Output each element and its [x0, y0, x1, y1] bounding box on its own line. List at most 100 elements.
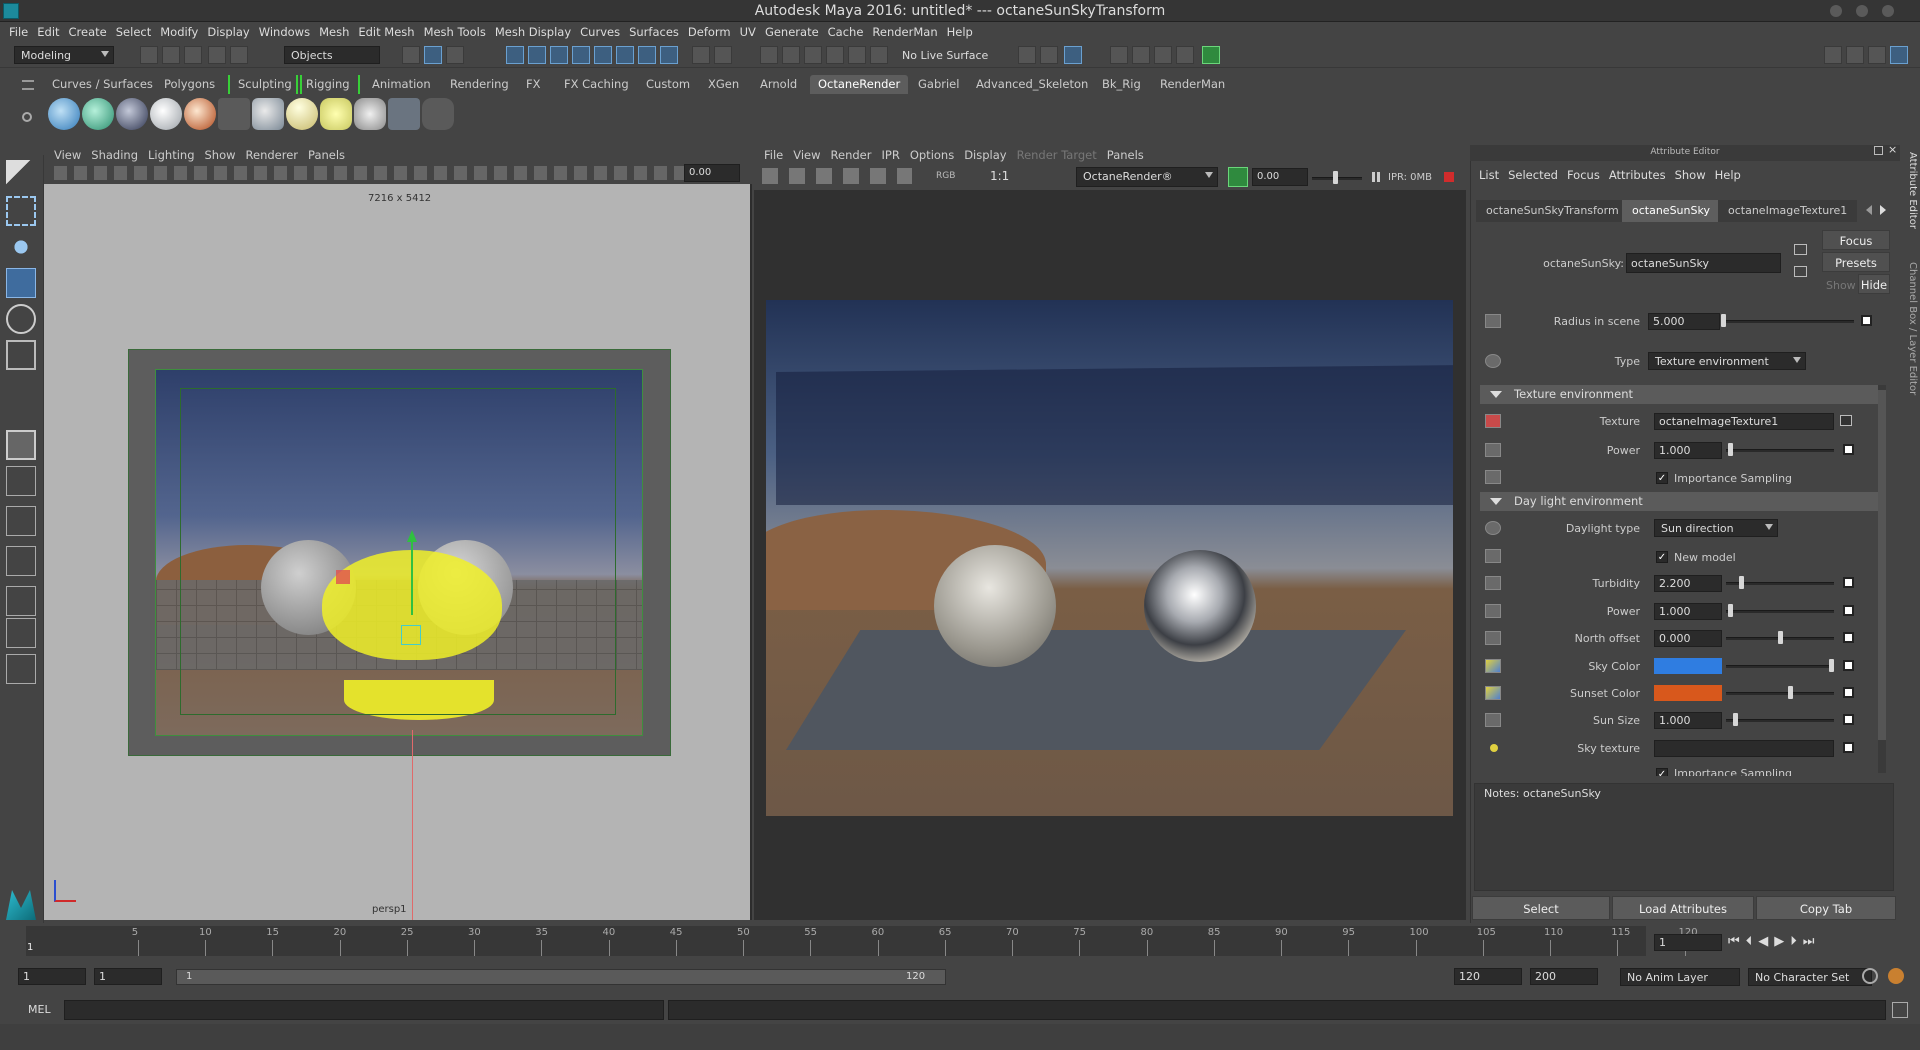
tab-octanesunsky[interactable]: octaneSunSky	[1622, 200, 1720, 222]
save-scene-icon[interactable]	[184, 46, 202, 64]
octane-layer-icon[interactable]	[252, 98, 284, 130]
octane-ipr-icon[interactable]	[1228, 167, 1248, 187]
shelf-options-icon[interactable]	[22, 112, 32, 122]
rv-menu-view[interactable]: View	[793, 148, 820, 162]
snap-point-icon[interactable]	[550, 46, 568, 64]
menu-file[interactable]: File	[9, 25, 28, 39]
collapse-triangle-icon[interactable]	[1490, 498, 1502, 505]
north-offset-slider-knob[interactable]	[1778, 631, 1783, 644]
renderer-dropdown[interactable]: OctaneRender®	[1076, 167, 1218, 187]
north-offset-map-button[interactable]	[1843, 632, 1854, 643]
menu-surfaces[interactable]: Surfaces	[629, 25, 679, 39]
menu-edit[interactable]: Edit	[37, 25, 59, 39]
side-tab-channel-box[interactable]: Channel Box / Layer Editor	[1902, 262, 1918, 395]
octane-render-icon[interactable]	[388, 98, 420, 130]
real-size-button[interactable]: 1:1	[990, 169, 1009, 183]
anim-layer-dropdown[interactable]: No Anim Layer	[1620, 968, 1740, 986]
input-connection-icon[interactable]	[1794, 244, 1807, 255]
snap-view-icon[interactable]	[616, 46, 634, 64]
shelf-tab-renderman[interactable]: RenderMan	[1152, 75, 1233, 94]
playback-end-field[interactable]: 120	[1454, 968, 1522, 985]
sky-color-slider-knob[interactable]	[1829, 659, 1834, 672]
turbidity-slider-knob[interactable]	[1739, 576, 1744, 589]
show-button[interactable]: Show	[1826, 279, 1856, 292]
rv-menu-file[interactable]: File	[764, 148, 783, 162]
menu-curves[interactable]: Curves	[580, 25, 620, 39]
render-exposure-knob[interactable]	[1333, 171, 1338, 184]
sun-size-slider-knob[interactable]	[1733, 713, 1738, 726]
rgb-channel-button[interactable]: RGB	[936, 171, 955, 181]
preferences-icon[interactable]	[1888, 968, 1904, 984]
soft-select-icon[interactable]	[804, 46, 822, 64]
importance-sampling-checkbox[interactable]: ✓	[1656, 472, 1668, 484]
lock-icon[interactable]	[692, 46, 710, 64]
render-current-frame-icon[interactable]	[1110, 46, 1128, 64]
octane-icon[interactable]	[1202, 46, 1220, 64]
playback-start-field[interactable]: 1	[94, 968, 162, 985]
range-slider[interactable]	[176, 969, 946, 985]
octane-material-icon[interactable]	[184, 98, 216, 130]
layout-modeling-icon[interactable]	[1824, 46, 1842, 64]
ae-menu-help[interactable]: Help	[1715, 168, 1741, 182]
mode-dropdown[interactable]: Modeling	[14, 46, 114, 64]
menu-deform[interactable]: Deform	[688, 25, 731, 39]
power-slider[interactable]	[1726, 449, 1834, 452]
paint-select-tool-icon[interactable]	[6, 232, 36, 262]
help-icon[interactable]	[660, 46, 678, 64]
viewport-toolbar-icons[interactable]	[54, 166, 694, 180]
new-scene-icon[interactable]	[140, 46, 158, 64]
menu-mesh[interactable]: Mesh	[319, 25, 349, 39]
ipr-render-icon[interactable]	[1132, 46, 1150, 64]
ae-menu-attributes[interactable]: Attributes	[1609, 168, 1666, 182]
scale-tool-icon[interactable]	[6, 340, 36, 370]
selection-mask-dropdown[interactable]: Objects	[284, 46, 380, 64]
turbidity-map-button[interactable]	[1843, 577, 1854, 588]
maximize-button[interactable]	[1856, 5, 1868, 17]
select-component-icon[interactable]	[446, 46, 464, 64]
attr-scrollbar-thumb[interactable]	[1878, 390, 1886, 740]
undo-icon[interactable]	[208, 46, 226, 64]
lasso-icon[interactable]	[760, 46, 778, 64]
menu-display[interactable]: Display	[207, 25, 249, 39]
shelf-tab-sculpting[interactable]: Sculpting	[228, 75, 302, 94]
daylight-power-slider-knob[interactable]	[1728, 604, 1733, 617]
stop-render-icon[interactable]	[1444, 172, 1454, 182]
radius-field[interactable]: 5.000	[1648, 313, 1720, 330]
viewport-menu-shading[interactable]: Shading	[91, 148, 138, 162]
pause-ipr-icon[interactable]	[1372, 172, 1380, 182]
snap-grid-icon[interactable]	[506, 46, 524, 64]
daylight-power-field[interactable]: 1.000	[1654, 603, 1722, 620]
daylight-type-dropdown[interactable]: Sun direction	[1654, 519, 1778, 537]
ae-menu-list[interactable]: List	[1479, 168, 1499, 182]
power-slider-knob[interactable]	[1728, 443, 1733, 456]
rv-menu-options[interactable]: Options	[910, 148, 954, 162]
shelf-tab-rigging[interactable]: Rigging	[296, 75, 360, 94]
redo-icon[interactable]	[230, 46, 248, 64]
octane-daylight-icon[interactable]	[116, 98, 148, 130]
sunset-color-slider[interactable]	[1726, 692, 1834, 695]
start-time-field[interactable]: 1	[18, 968, 86, 985]
menu-modify[interactable]: Modify	[160, 25, 198, 39]
snap-curve-icon[interactable]	[528, 46, 546, 64]
menu-renderman[interactable]: RenderMan	[872, 25, 937, 39]
radius-slider[interactable]	[1724, 320, 1854, 323]
ae-menu-show[interactable]: Show	[1675, 168, 1706, 182]
shelf-tab-polygons[interactable]: Polygons	[156, 75, 223, 94]
section-daylight-environment[interactable]: Day light environment	[1480, 492, 1878, 511]
octane-texture-env-icon[interactable]	[82, 98, 114, 130]
texture-navigate-icon[interactable]	[1840, 415, 1852, 426]
copy-tab-button[interactable]: Copy Tab	[1756, 896, 1896, 920]
shelf-scroll-icon[interactable]	[1898, 98, 1908, 128]
octane-sun-icon[interactable]	[320, 98, 352, 130]
layout-attribute-icon[interactable]	[1890, 46, 1908, 64]
sky-texture-field[interactable]	[1654, 740, 1834, 757]
new-model-checkbox[interactable]: ✓	[1656, 551, 1668, 563]
viewport-menu-show[interactable]: Show	[205, 148, 236, 162]
shelf-tab-octanerender[interactable]: OctaneRender	[810, 75, 909, 94]
sky-color-map-button[interactable]	[1843, 660, 1854, 671]
shelf-tab-advanced-skeleton[interactable]: Advanced_Skeleton	[968, 75, 1096, 94]
minimize-button[interactable]	[1830, 5, 1842, 17]
move-tool-icon[interactable]	[6, 268, 36, 298]
live-object-icon[interactable]	[870, 46, 888, 64]
command-input[interactable]	[64, 1000, 664, 1020]
